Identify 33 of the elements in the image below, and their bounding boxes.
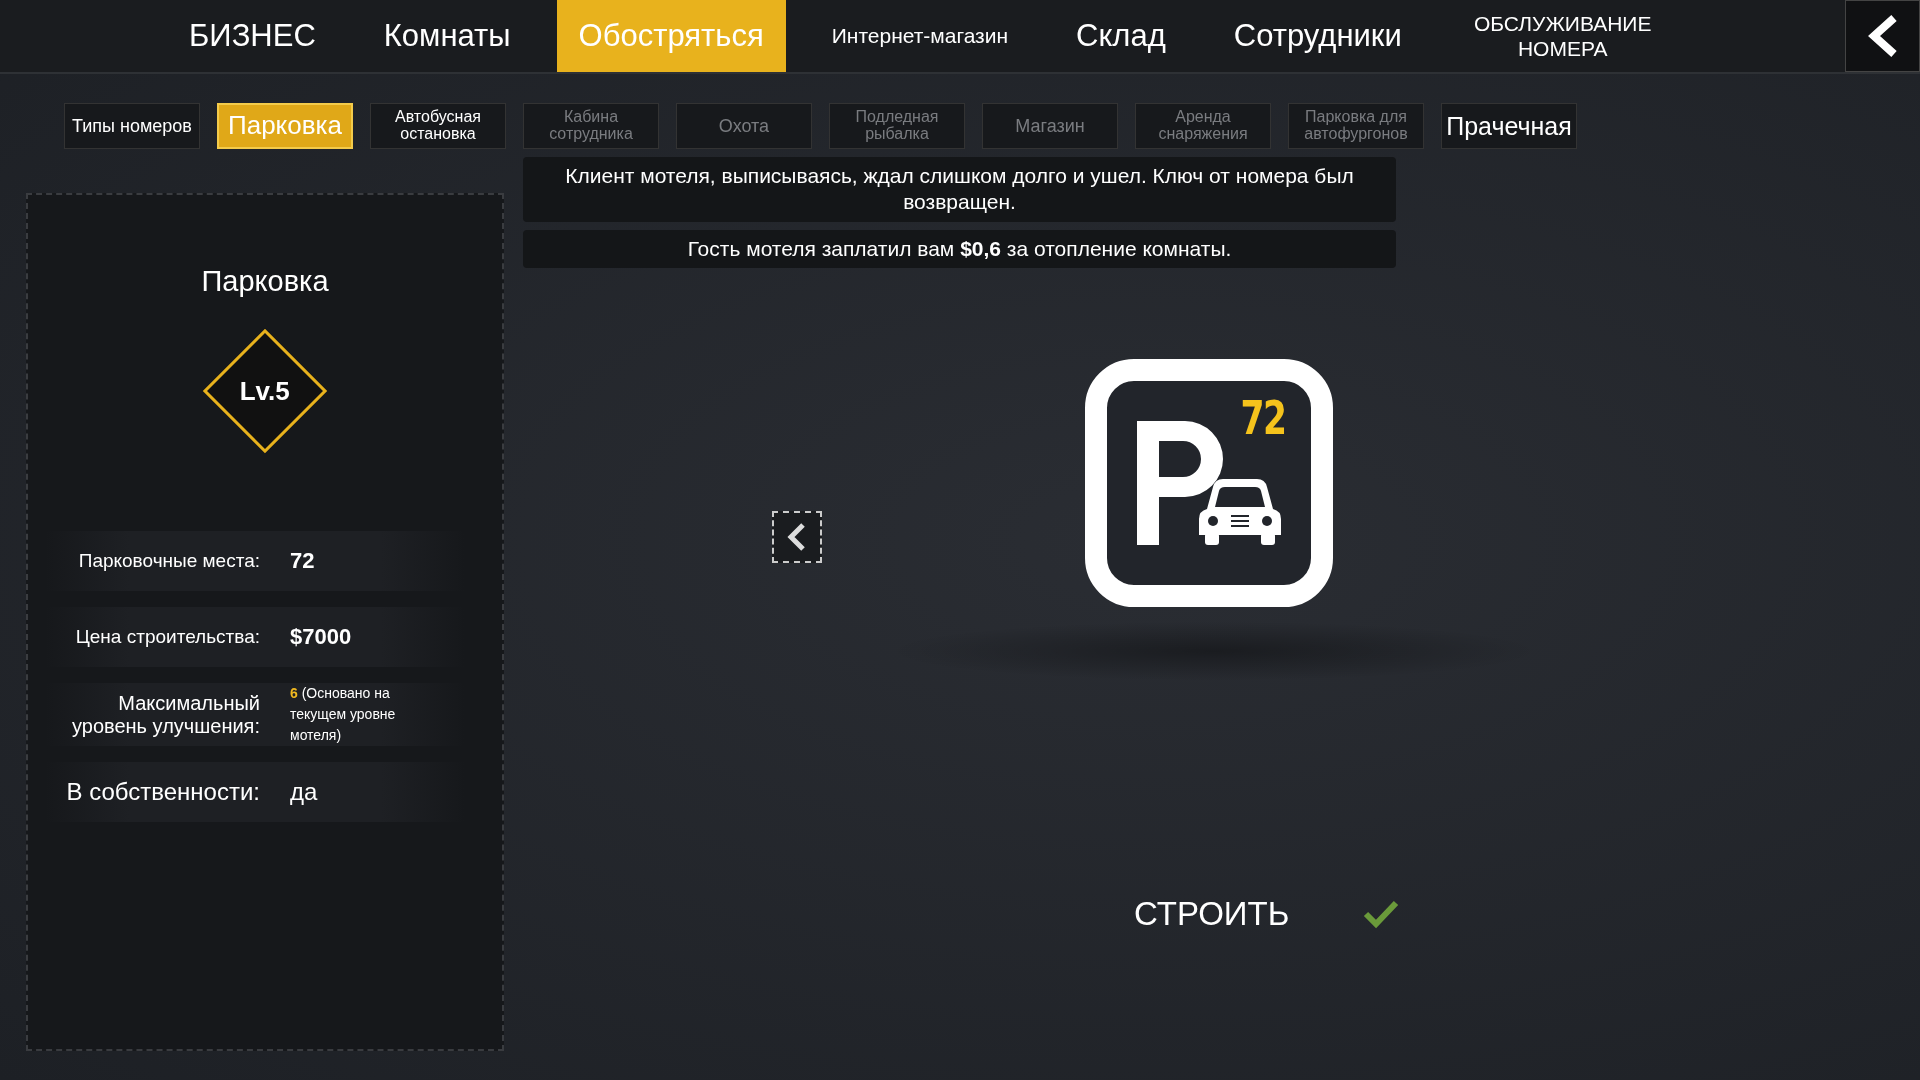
stat-label: В собственности: — [65, 778, 261, 806]
sub-tab[interactable]: Подледная рыбалка — [829, 103, 965, 149]
back-button[interactable] — [1845, 0, 1920, 72]
stat-value: 6 (Основано на текущем уровне мотеля) — [290, 684, 397, 745]
build-button[interactable]: СТРОИТЬ — [1124, 891, 1300, 937]
sub-tab[interactable]: Кабина сотрудника — [523, 103, 659, 149]
top-tab[interactable]: Комнаты — [361, 0, 533, 72]
stat-value: да — [290, 778, 318, 806]
sub-tab[interactable]: Магазин — [982, 103, 1118, 149]
sub-tab[interactable]: Аренда снаряжения — [1135, 103, 1271, 149]
top-tab[interactable]: Интернет-магазин — [809, 0, 1031, 72]
stat-label: Цена строительства: — [74, 626, 261, 648]
stat-label: Максимальный уровень улучшения: — [71, 691, 261, 738]
top-tab[interactable]: БИЗНЕС — [167, 0, 338, 72]
top-tab[interactable]: Склад — [1054, 0, 1188, 72]
level-diamond-badge: Lv.5 — [202, 328, 328, 454]
sub-tab[interactable]: Парковка для автофургонов — [1288, 103, 1424, 149]
sub-tab[interactable]: Прачечная — [1441, 103, 1577, 149]
checkmark-icon — [1363, 899, 1400, 929]
top-tab[interactable]: ОБСЛУЖИВАНИЕ НОМЕРА — [1447, 0, 1678, 72]
parking-sign-icon — [1085, 359, 1333, 607]
stat-value: 72 — [290, 548, 315, 574]
sub-tab[interactable]: Типы номеров — [64, 103, 200, 149]
stat-value: $7000 — [290, 624, 352, 650]
notification: Клиент мотеля, выписываясь, ждал слишком долго и ушел. Ключ от номера был возвращен. — [523, 157, 1396, 222]
top-tab[interactable]: Сотрудники — [1211, 0, 1424, 72]
capacity-number: 72 — [1240, 391, 1286, 445]
previous-button[interactable] — [772, 511, 822, 563]
panel-title: Парковка — [201, 265, 329, 298]
notification: Гость мотеля заплатил вам $0,6 за отопление комнаты. — [523, 229, 1396, 268]
sub-tab[interactable]: Автобусная остановка — [370, 103, 506, 149]
sub-tab[interactable]: Охота — [676, 103, 812, 149]
stat-label: Парковочные места: — [77, 550, 261, 572]
